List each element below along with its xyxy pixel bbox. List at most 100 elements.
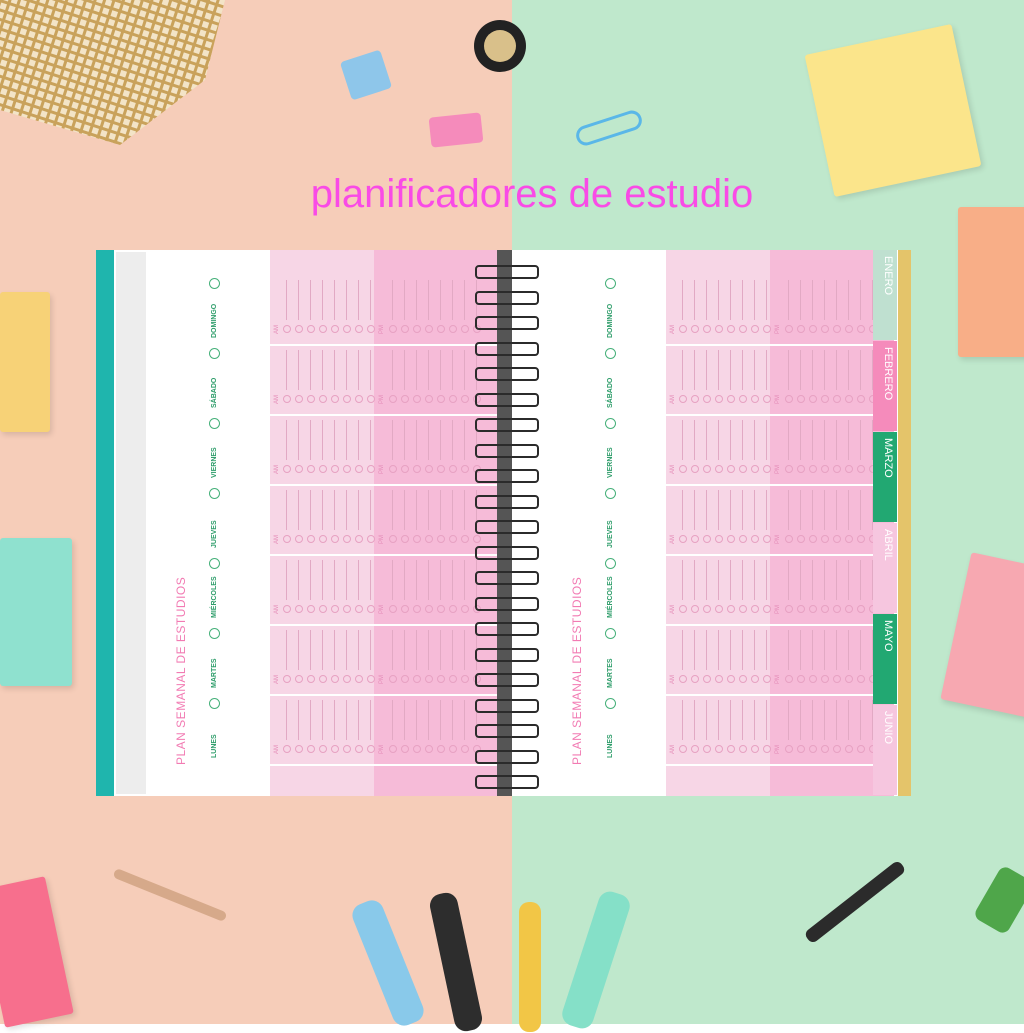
time-dot[interactable] (751, 605, 759, 613)
time-dot[interactable] (833, 605, 841, 613)
time-dot[interactable] (703, 535, 711, 543)
time-dot[interactable] (833, 395, 841, 403)
day-check-circle[interactable] (605, 418, 616, 429)
time-dot[interactable] (763, 675, 771, 683)
time-dot[interactable] (413, 605, 421, 613)
time-dot[interactable] (461, 605, 469, 613)
time-dot[interactable] (833, 535, 841, 543)
time-dot[interactable] (461, 535, 469, 543)
time-dot[interactable] (763, 395, 771, 403)
day-check-circle[interactable] (209, 558, 220, 569)
day-check-circle[interactable] (209, 628, 220, 639)
time-dot[interactable] (343, 675, 351, 683)
time-dot[interactable] (425, 395, 433, 403)
time-dot[interactable] (833, 325, 841, 333)
time-dot[interactable] (739, 325, 747, 333)
time-dot[interactable] (821, 605, 829, 613)
time-dot[interactable] (857, 605, 865, 613)
time-dot[interactable] (331, 325, 339, 333)
time-dot[interactable] (715, 675, 723, 683)
time-dot[interactable] (857, 535, 865, 543)
time-dot[interactable] (473, 535, 481, 543)
time-dot[interactable] (785, 325, 793, 333)
time-dot[interactable] (319, 325, 327, 333)
time-dot[interactable] (283, 745, 291, 753)
time-dot[interactable] (413, 465, 421, 473)
time-dot[interactable] (857, 675, 865, 683)
time-dot[interactable] (845, 465, 853, 473)
day-check-circle[interactable] (605, 558, 616, 569)
time-dot[interactable] (821, 675, 829, 683)
time-dot[interactable] (367, 465, 375, 473)
time-dot[interactable] (739, 675, 747, 683)
time-dot[interactable] (785, 535, 793, 543)
time-dot[interactable] (413, 535, 421, 543)
time-dot[interactable] (679, 325, 687, 333)
time-dot[interactable] (425, 745, 433, 753)
time-dot[interactable] (307, 675, 315, 683)
time-dot[interactable] (727, 325, 735, 333)
time-dot[interactable] (343, 535, 351, 543)
time-dot[interactable] (727, 465, 735, 473)
month-tab-enero[interactable]: ENERO (873, 250, 897, 340)
time-dot[interactable] (785, 745, 793, 753)
time-dot[interactable] (715, 605, 723, 613)
time-dot[interactable] (763, 325, 771, 333)
time-dot[interactable] (727, 675, 735, 683)
time-dot[interactable] (437, 535, 445, 543)
time-dot[interactable] (703, 395, 711, 403)
time-dot[interactable] (763, 465, 771, 473)
day-check-circle[interactable] (605, 348, 616, 359)
time-dot[interactable] (785, 675, 793, 683)
time-dot[interactable] (401, 745, 409, 753)
time-dot[interactable] (809, 745, 817, 753)
time-dot[interactable] (691, 675, 699, 683)
time-dot[interactable] (355, 605, 363, 613)
time-dot[interactable] (845, 395, 853, 403)
time-dot[interactable] (295, 535, 303, 543)
time-dot[interactable] (833, 465, 841, 473)
time-dot[interactable] (857, 325, 865, 333)
time-dot[interactable] (857, 465, 865, 473)
time-dot[interactable] (461, 465, 469, 473)
time-dot[interactable] (355, 675, 363, 683)
time-dot[interactable] (425, 535, 433, 543)
time-dot[interactable] (449, 535, 457, 543)
time-dot[interactable] (331, 605, 339, 613)
time-dot[interactable] (679, 465, 687, 473)
time-dot[interactable] (809, 605, 817, 613)
time-dot[interactable] (821, 745, 829, 753)
time-dot[interactable] (283, 535, 291, 543)
time-dot[interactable] (751, 395, 759, 403)
time-dot[interactable] (461, 395, 469, 403)
month-tab-abril[interactable]: ABRIL (873, 523, 897, 613)
time-dot[interactable] (703, 745, 711, 753)
time-dot[interactable] (283, 605, 291, 613)
time-dot[interactable] (389, 535, 397, 543)
time-dot[interactable] (319, 465, 327, 473)
time-dot[interactable] (751, 535, 759, 543)
time-dot[interactable] (331, 675, 339, 683)
time-dot[interactable] (343, 325, 351, 333)
time-dot[interactable] (307, 745, 315, 753)
time-dot[interactable] (331, 535, 339, 543)
day-check-circle[interactable] (605, 628, 616, 639)
time-dot[interactable] (727, 535, 735, 543)
time-dot[interactable] (319, 395, 327, 403)
time-dot[interactable] (797, 675, 805, 683)
time-dot[interactable] (739, 395, 747, 403)
time-dot[interactable] (355, 465, 363, 473)
time-dot[interactable] (821, 325, 829, 333)
time-dot[interactable] (845, 675, 853, 683)
time-dot[interactable] (343, 745, 351, 753)
time-dot[interactable] (449, 465, 457, 473)
day-check-circle[interactable] (209, 698, 220, 709)
time-dot[interactable] (703, 675, 711, 683)
time-dot[interactable] (727, 605, 735, 613)
time-dot[interactable] (679, 605, 687, 613)
time-dot[interactable] (809, 465, 817, 473)
time-dot[interactable] (401, 465, 409, 473)
time-dot[interactable] (679, 395, 687, 403)
time-dot[interactable] (727, 745, 735, 753)
time-dot[interactable] (437, 465, 445, 473)
